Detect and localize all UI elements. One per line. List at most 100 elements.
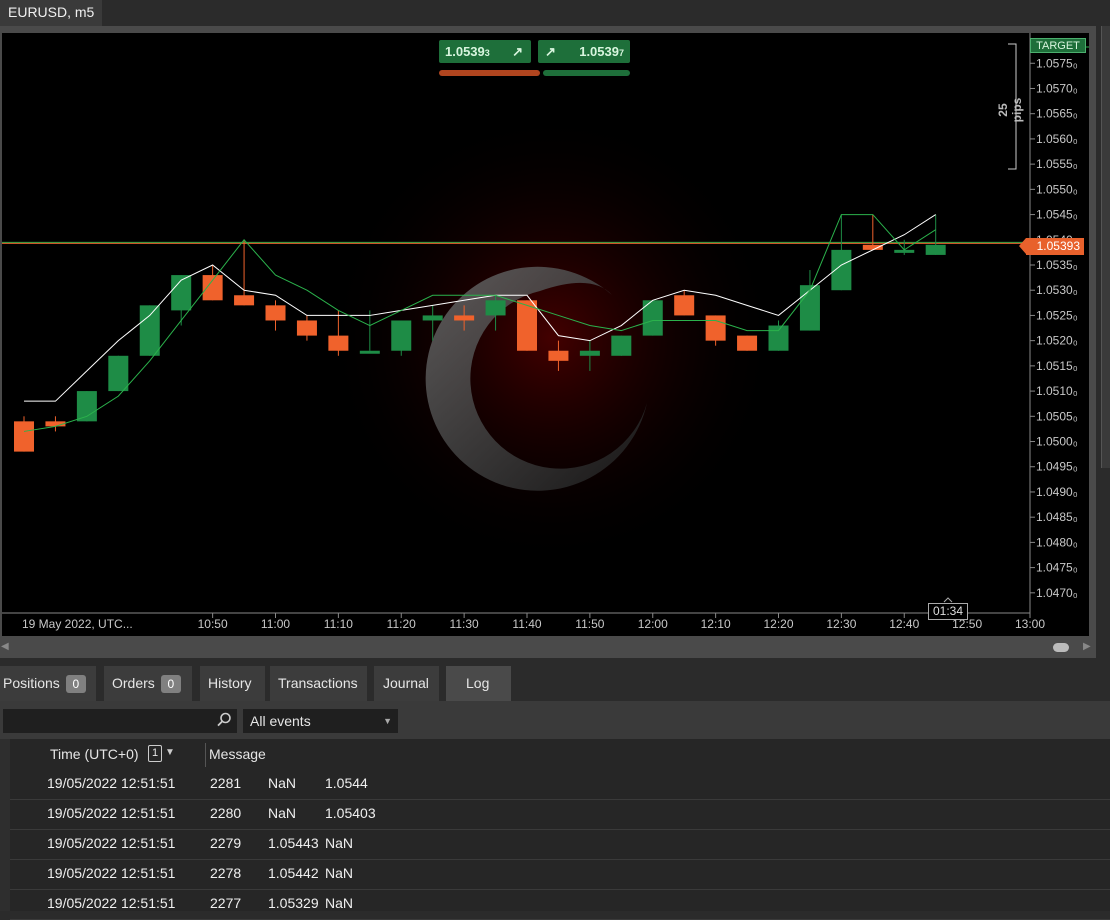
candle-body	[611, 335, 632, 356]
sort-order-badge[interactable]: 1	[148, 745, 162, 762]
events-filter-select[interactable]: All events ▼	[243, 709, 398, 733]
candle-body	[234, 295, 255, 306]
tab-history[interactable]: History	[200, 666, 265, 701]
table-row[interactable]: 19/05/2022 12:51:51 2280 NaN 1.05403	[10, 799, 1110, 830]
candle-body	[359, 350, 380, 354]
y-tick-label: 1.0575₀	[1036, 56, 1078, 70]
scroll-right-icon[interactable]: ▶	[1083, 641, 1091, 652]
sort-chevron-down-icon[interactable]: ▼	[165, 747, 175, 758]
x-tick-label: 12:40	[889, 617, 919, 631]
y-tick-label: 1.0565₀	[1036, 107, 1078, 121]
log-search-input[interactable]	[3, 709, 237, 733]
candle-body	[265, 305, 286, 321]
candle-body	[485, 300, 506, 316]
x-tick-label: 11:20	[387, 617, 416, 631]
chart-area[interactable]: 1.0575₀ 1.0570₀ 1.0565₀ 1.0560₀ 1.0555₀ 1.055…	[2, 33, 1089, 636]
x-tick-label: 11:40	[512, 617, 541, 631]
x-tick-label: 19 May 2022, UTC...	[22, 617, 133, 631]
buy-price-button[interactable]: ↗ 1.05397	[538, 40, 630, 63]
y-tick-label: 1.0470₀	[1036, 586, 1078, 600]
chart-tab-bar: EURUSD, m5	[0, 0, 1110, 26]
column-header-message[interactable]: Message	[209, 746, 266, 762]
candle-body	[799, 285, 820, 331]
x-tick-label: 12:30	[826, 617, 856, 631]
y-tick-label: 1.0495₀	[1036, 460, 1078, 474]
bar-countdown: 01:34	[928, 603, 968, 620]
y-tick-label: 1.0480₀	[1036, 535, 1078, 549]
log-panel: Time (UTC+0) 1 ▼ Message 19/05/2022 12:5…	[0, 739, 1110, 920]
x-tick-label: 10:50	[198, 617, 228, 631]
side-scroll-strip[interactable]	[1101, 26, 1110, 468]
candle-body	[454, 315, 475, 321]
y-tick-label: 1.0570₀	[1036, 81, 1078, 95]
y-tick-label: 1.0520₀	[1036, 334, 1078, 348]
y-tick-label: 1.0475₀	[1036, 561, 1078, 575]
x-tick-label: 12:20	[763, 617, 793, 631]
candle-body	[674, 295, 695, 316]
x-tick-label: 12:10	[701, 617, 731, 631]
candle-body	[14, 421, 35, 452]
candle-body	[328, 335, 349, 351]
y-tick-label: 1.0535₀	[1036, 258, 1078, 272]
y-tick-label: 1.0550₀	[1036, 182, 1078, 196]
current-price-label: 1.05393	[1019, 238, 1084, 255]
tab-orders[interactable]: Orders 0	[104, 666, 192, 701]
target-tag[interactable]: TARGET	[1030, 38, 1086, 53]
tab-journal[interactable]: Journal	[374, 666, 439, 701]
sell-price-value: 1.05393	[445, 44, 490, 59]
y-tick-label: 1.0485₀	[1036, 510, 1078, 524]
tab-transactions[interactable]: Transactions	[270, 666, 367, 701]
chevron-down-icon: ▼	[383, 716, 392, 726]
x-tick-label: 11:10	[324, 617, 353, 631]
y-tick-label: 1.0525₀	[1036, 308, 1078, 322]
bottom-tabs: Positions 0 Orders 0 History Transactions …	[0, 666, 1110, 701]
tab-positions[interactable]: Positions 0	[0, 666, 96, 701]
y-tick-label: 1.0545₀	[1036, 208, 1078, 222]
chart-tab-eurusd[interactable]: EURUSD, m5	[0, 0, 103, 26]
candle-body	[862, 244, 883, 250]
sell-sentiment-bar	[439, 70, 540, 76]
search-icon[interactable]	[216, 711, 232, 729]
candle-body	[108, 355, 129, 392]
candle-body	[737, 335, 758, 351]
x-tick-label: 11:30	[450, 617, 479, 631]
table-row[interactable]: 19/05/2022 12:51:51 2277 1.05329 NaN	[10, 889, 1110, 920]
candle-body	[139, 305, 160, 356]
chart-horizontal-scrollbar[interactable]: ◀ ▶	[0, 638, 1096, 656]
pips-ruler-label: 25 pips	[996, 97, 1024, 123]
y-tick-label: 1.0510₀	[1036, 384, 1078, 398]
candle-body	[548, 350, 569, 361]
orders-count-badge: 0	[160, 675, 181, 694]
tab-log[interactable]: Log	[446, 666, 511, 701]
candle-body	[391, 320, 412, 351]
log-filter-row: All events ▼	[0, 701, 1110, 739]
price-chart[interactable]: 1.0575₀ 1.0570₀ 1.0565₀ 1.0560₀ 1.0555₀ 1.055…	[2, 33, 1089, 636]
scroll-thumb[interactable]	[1053, 643, 1069, 652]
x-tick-label: 11:50	[575, 617, 604, 631]
table-row[interactable]: 19/05/2022 12:51:51 2281 NaN 1.0544	[10, 769, 1110, 800]
candle-body	[296, 320, 317, 336]
scroll-left-icon[interactable]: ◀	[1, 641, 9, 652]
x-tick-label: 13:00	[1015, 617, 1045, 631]
candle-body	[579, 350, 600, 356]
y-tick-label: 1.0515₀	[1036, 359, 1078, 373]
y-tick-label: 1.0500₀	[1036, 435, 1078, 449]
candle-body	[422, 315, 443, 321]
log-table: Time (UTC+0) 1 ▼ Message 19/05/2022 12:5…	[10, 739, 1110, 920]
column-header-time[interactable]: Time (UTC+0)	[50, 746, 139, 762]
log-table-header: Time (UTC+0) 1 ▼ Message	[10, 739, 1110, 769]
table-row[interactable]: 19/05/2022 12:51:51 2278 1.05442 NaN	[10, 859, 1110, 890]
x-tick-label: 12:00	[638, 617, 668, 631]
y-tick-label: 1.0530₀	[1036, 283, 1078, 297]
sell-arrow-icon: ↗	[512, 44, 523, 59]
buy-price-value: 1.05397	[579, 44, 624, 59]
candle-body	[705, 315, 726, 341]
y-tick-label: 1.0560₀	[1036, 132, 1078, 146]
positions-count-badge: 0	[65, 675, 86, 694]
column-divider[interactable]	[205, 743, 206, 767]
sell-price-button[interactable]: 1.05393 ↗	[439, 40, 531, 63]
x-tick-label: 11:00	[261, 617, 290, 631]
table-row[interactable]: 19/05/2022 12:51:51 2279 1.05443 NaN	[10, 829, 1110, 860]
y-tick-label: 1.0490₀	[1036, 485, 1078, 499]
y-tick-label: 1.0505₀	[1036, 409, 1078, 423]
